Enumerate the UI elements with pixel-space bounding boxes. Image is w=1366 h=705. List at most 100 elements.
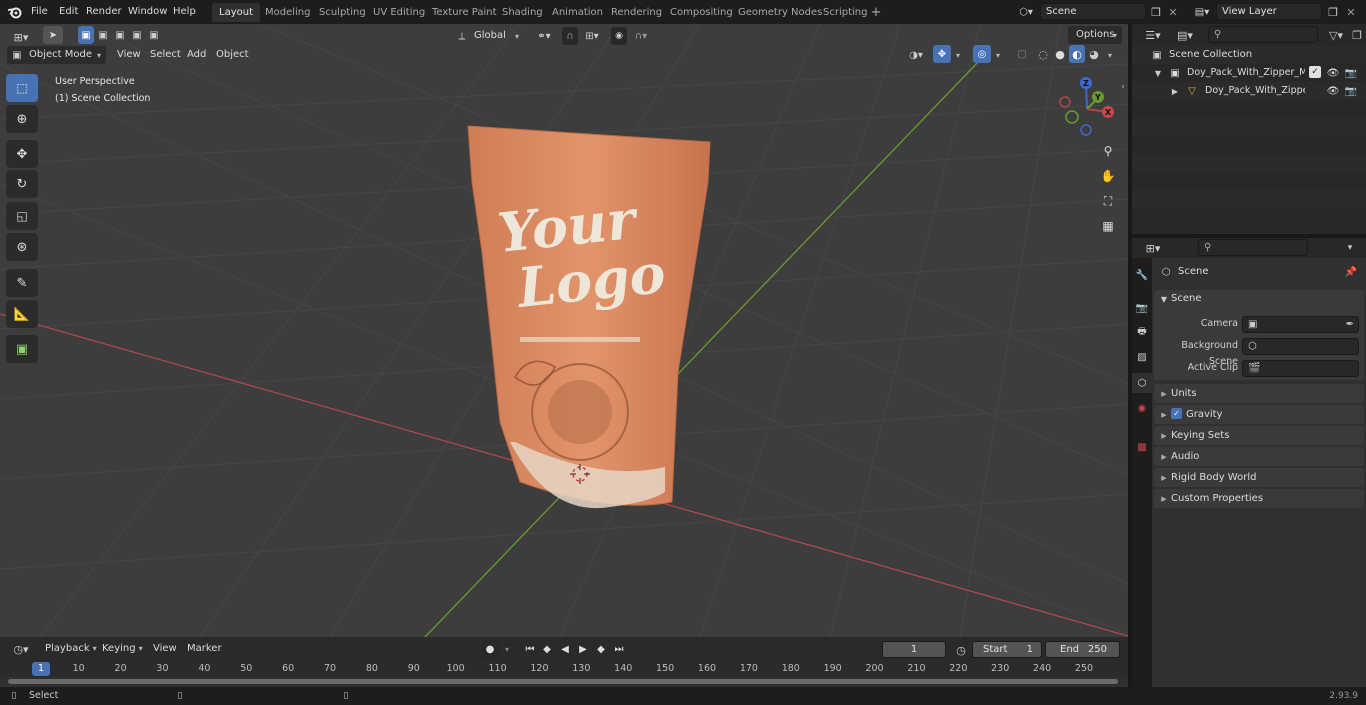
options-chevron-icon[interactable]: ▾: [1110, 27, 1120, 43]
start-frame-field[interactable]: Start 1: [972, 641, 1042, 658]
pin-icon[interactable]: 📌: [1344, 264, 1358, 280]
properties-editor-type-icon[interactable]: ⊞▾: [1140, 239, 1166, 257]
select-box-tool-icon[interactable]: ⬚: [6, 74, 38, 102]
zoom-icon[interactable]: ⚲: [1097, 140, 1119, 162]
visibility-eye-icon[interactable]: 👁: [1326, 65, 1340, 81]
texture-tab-icon[interactable]: ▩: [1134, 438, 1150, 456]
tab-geometry-nodes[interactable]: Geometry Nodes: [731, 3, 829, 22]
perspective-toggle-icon[interactable]: ▦: [1097, 215, 1119, 237]
gizmo-chevron-icon[interactable]: ▾: [953, 46, 963, 64]
expand-arrow-icon[interactable]: ▼: [1153, 65, 1163, 81]
select-mode-extend-icon[interactable]: ▣: [95, 26, 111, 44]
scene-field[interactable]: Scene: [1040, 3, 1146, 20]
delete-view-layer-icon[interactable]: ✕: [1344, 4, 1358, 20]
timeline-menu-marker[interactable]: Marker: [183, 640, 226, 658]
select-mode-subtract-icon[interactable]: ▣: [112, 26, 128, 44]
properties-options-icon[interactable]: ▾: [1342, 239, 1358, 257]
filter-icon[interactable]: ▽▾: [1323, 26, 1349, 44]
outliner-editor-type-icon[interactable]: ☰▾: [1140, 26, 1166, 44]
blender-logo-icon[interactable]: [6, 4, 24, 20]
falloff-icon[interactable]: ∩▾: [629, 27, 653, 45]
rotate-tool-icon[interactable]: ↻: [6, 170, 38, 198]
menu-help[interactable]: Help: [169, 3, 200, 21]
pivot-icon[interactable]: ⚭▾: [532, 28, 556, 44]
add-cube-tool-icon[interactable]: ▣: [6, 335, 38, 363]
scale-tool-icon[interactable]: ◱: [6, 202, 38, 230]
overlays-toggle-icon[interactable]: ◎: [973, 45, 991, 63]
viewport-menu-view[interactable]: View: [113, 46, 145, 64]
tab-shading[interactable]: Shading: [495, 3, 550, 22]
prev-keyframe-icon[interactable]: ◆: [539, 640, 555, 658]
snap-icon[interactable]: ∩: [562, 27, 578, 45]
tab-layout[interactable]: Layout: [212, 3, 260, 22]
move-tool-icon[interactable]: ✥: [6, 140, 38, 168]
new-collection-icon[interactable]: ❐: [1350, 26, 1364, 44]
timeline-menu-keying[interactable]: Keying ▾: [97, 640, 147, 658]
timeline-editor-type-icon[interactable]: ◷▾: [8, 640, 34, 658]
xray-icon[interactable]: ▢: [1013, 45, 1031, 63]
orientation-icon[interactable]: ⟂: [455, 28, 469, 44]
end-frame-field[interactable]: End 250: [1045, 641, 1120, 658]
shading-chevron-icon[interactable]: ▾: [1105, 46, 1115, 64]
tab-sculpting[interactable]: Sculpting: [312, 3, 373, 22]
view-layer-field[interactable]: View Layer: [1216, 3, 1322, 20]
eyedropper-icon[interactable]: ✒: [1343, 317, 1357, 332]
expand-arrow-icon[interactable]: ▶: [1170, 83, 1180, 99]
cursor-tool-icon[interactable]: ⊕: [6, 105, 38, 133]
menu-window[interactable]: Window: [124, 3, 171, 21]
shading-solid-icon[interactable]: ●: [1052, 45, 1068, 63]
properties-search-input[interactable]: ⚲: [1198, 239, 1308, 256]
tweak-tool-icon[interactable]: ➤: [43, 26, 63, 44]
transform-tool-icon[interactable]: ⊛: [6, 233, 38, 261]
tab-compositing[interactable]: Compositing: [663, 3, 740, 22]
doy-pack-pouch[interactable]: Your Logo: [460, 122, 720, 522]
menu-file[interactable]: File: [27, 3, 52, 21]
select-mode-new-icon[interactable]: ▣: [78, 26, 94, 44]
shading-material-icon[interactable]: ◐: [1069, 45, 1085, 63]
navigation-gizmo[interactable]: Z Y X: [1052, 74, 1122, 144]
3d-viewport[interactable]: Your Logo ⊞▾ ➤ ▣ ▣ ▣ ▣ ▣ ⟂ Global ▾ ⚭▾ ∩…: [0, 24, 1128, 637]
play-reverse-icon[interactable]: ◀: [557, 640, 573, 658]
tool-tab-icon[interactable]: 🔧: [1134, 266, 1150, 284]
tab-animation[interactable]: Animation: [545, 3, 610, 22]
new-view-layer-icon[interactable]: ❐: [1326, 4, 1340, 20]
proportional-edit-icon[interactable]: ◉: [611, 27, 627, 45]
play-icon[interactable]: ▶: [575, 640, 591, 658]
outliner-panel[interactable]: ☰▾ ▤▾ ⚲ ▽▾ ❐ ▣ Scene Collection ▼ ▣ Doy_…: [1132, 24, 1366, 234]
properties-panel[interactable]: ⊞▾ ⚲ ▾ 🔧 📷 🖶 ▨ ⬡ ◉ ▩ ⬡ Scene 📌 ▼ Scene C…: [1132, 238, 1366, 687]
jump-start-icon[interactable]: ⏮: [522, 640, 538, 658]
editor-type-icon[interactable]: ⊞▾: [8, 28, 34, 46]
viewport-menu-object[interactable]: Object: [212, 46, 253, 64]
overlays-chevron-icon[interactable]: ▾: [993, 46, 1003, 64]
display-mode-icon[interactable]: ▤▾: [1172, 26, 1198, 44]
record-icon[interactable]: ●: [481, 640, 499, 658]
tab-texture-paint[interactable]: Texture Paint: [425, 3, 504, 22]
timeline-editor[interactable]: ◷▾ Playback ▾ Keying ▾ View Marker ● ▾ ⏮ ◆…: [0, 637, 1128, 687]
viewport-menu-add[interactable]: Add: [183, 46, 210, 64]
record-chevron-icon[interactable]: ▾: [502, 640, 512, 658]
snap-target-icon[interactable]: ⊞▾: [580, 27, 604, 45]
menu-render[interactable]: Render: [82, 3, 126, 21]
tab-scripting[interactable]: Scripting: [816, 3, 874, 22]
include-checkbox-icon[interactable]: ✓: [1309, 66, 1321, 78]
view-layer-tab-icon[interactable]: ▨: [1134, 348, 1150, 366]
shading-wireframe-icon[interactable]: ◌: [1035, 45, 1051, 63]
preview-range-icon[interactable]: ◷: [953, 641, 969, 659]
current-frame-field[interactable]: 1: [882, 641, 946, 658]
timeline-menu-playback[interactable]: Playback ▾: [39, 640, 97, 658]
visibility-icon[interactable]: ◑▾: [903, 46, 929, 64]
output-tab-icon[interactable]: 🖶: [1134, 323, 1150, 341]
gravity-checkbox[interactable]: ✓: [1171, 408, 1182, 419]
camera-view-icon[interactable]: ⛶: [1097, 190, 1119, 212]
render-camera-icon[interactable]: 📷: [1344, 83, 1358, 99]
active-clip-field[interactable]: 🎬: [1242, 360, 1359, 377]
tab-uv-editing[interactable]: UV Editing: [366, 3, 432, 22]
gizmo-toggle-icon[interactable]: ✥: [933, 45, 951, 63]
camera-field[interactable]: ▣: [1242, 316, 1359, 333]
measure-tool-icon[interactable]: 📐: [6, 300, 38, 328]
mode-dropdown[interactable]: ▣ Object Mode ▾: [7, 46, 106, 64]
jump-end-icon[interactable]: ⏭: [611, 640, 627, 658]
view-layer-selector-icon[interactable]: ▤▾: [1190, 4, 1214, 20]
timeline-scrollbar[interactable]: [8, 679, 1118, 684]
tab-modeling[interactable]: Modeling: [258, 3, 318, 22]
